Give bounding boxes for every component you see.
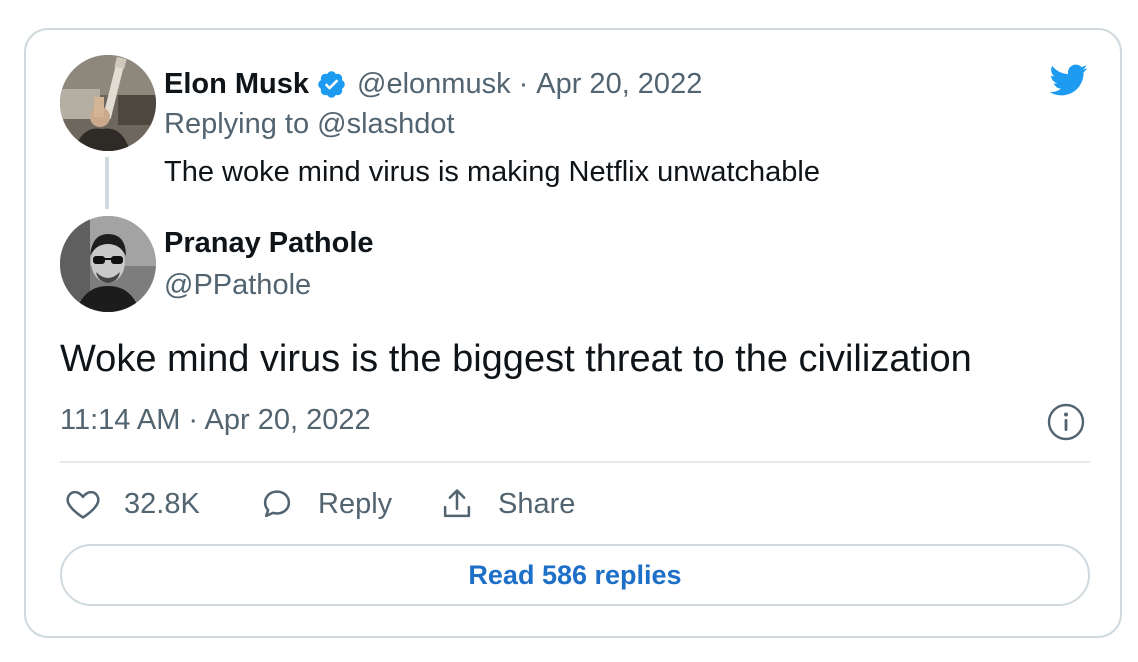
embedded-tweet-card: Elon Musk @elonmusk · Apr 20, 2022 Reply…	[24, 28, 1122, 638]
main-author-name[interactable]: Pranay Pathole	[164, 227, 374, 260]
thread-connector-line	[105, 157, 109, 209]
original-tweet-header: Elon Musk @elonmusk · Apr 20, 2022	[164, 64, 702, 104]
original-tweet-text: The woke mind virus is making Netflix un…	[164, 156, 820, 188]
original-tweet-date[interactable]: Apr 20, 2022	[536, 68, 702, 101]
replying-to-label[interactable]: Replying to @slashdot	[164, 108, 455, 141]
reply-bubble-icon	[263, 490, 291, 518]
original-author-handle[interactable]: @elonmusk	[357, 68, 511, 101]
heart-icon	[66, 490, 100, 519]
twitter-bird-icon[interactable]	[1044, 60, 1092, 100]
reply-label: Reply	[318, 487, 393, 520]
tweet-timestamp[interactable]: 11:14 AM · Apr 20, 2022	[60, 404, 371, 437]
main-author-handle[interactable]: @PPathole	[164, 269, 311, 302]
meta-separator: ·	[518, 67, 529, 100]
share-button[interactable]: Share	[438, 482, 575, 526]
original-author-name[interactable]: Elon Musk	[164, 68, 309, 101]
actions-divider	[60, 461, 1090, 463]
read-replies-button[interactable]: Read 586 replies	[60, 544, 1090, 606]
share-label: Share	[498, 487, 576, 520]
like-count: 32.8K	[124, 487, 200, 520]
share-icon	[443, 489, 471, 518]
avatar-elon-musk[interactable]	[60, 55, 156, 151]
reply-button[interactable]: Reply	[258, 482, 392, 526]
main-tweet-text: Woke mind virus is the biggest threat to…	[60, 338, 972, 380]
verified-badge-icon	[318, 70, 345, 98]
info-icon[interactable]	[1046, 402, 1086, 442]
like-button[interactable]: 32.8K	[64, 482, 200, 526]
avatar-pranay-pathole[interactable]	[60, 216, 156, 312]
